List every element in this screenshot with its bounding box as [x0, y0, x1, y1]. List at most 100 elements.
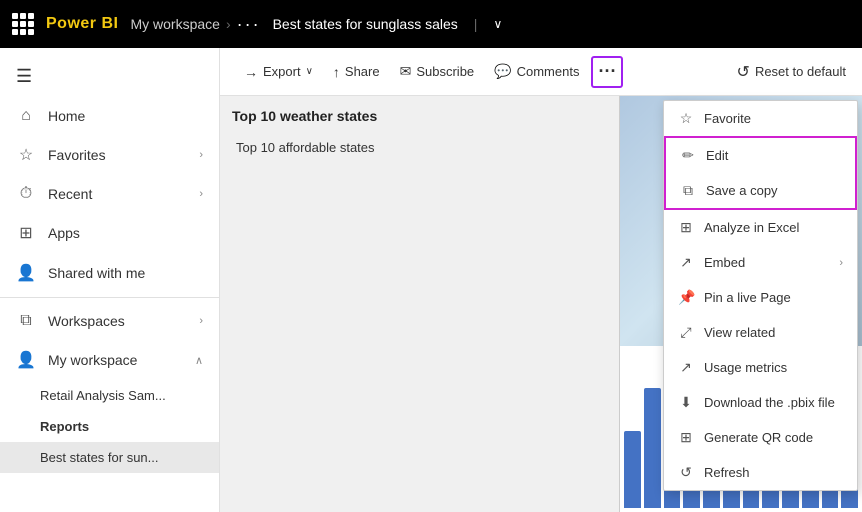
sidebar: ☰ ⌂ Home ☆ Favorites › ⏱ Recent › ⊞ Apps… [0, 48, 220, 512]
workspace-label[interactable]: My workspace [130, 16, 219, 32]
brand-logo: Power BI [46, 15, 118, 33]
bar [644, 388, 661, 508]
menu-item-label: Generate QR code [704, 430, 813, 445]
sidebar-item-label: Recent [48, 186, 92, 202]
menu-item-embed[interactable]: ↗ Embed › [664, 245, 857, 280]
save-copy-icon: ⧉ [680, 182, 696, 199]
chevron-right-icon: › [199, 149, 203, 161]
reset-button[interactable]: ↺ Reset to default [737, 62, 846, 82]
best-states-item-label: Best states for sun... [40, 450, 159, 465]
subscribe-button[interactable]: ✉ Subscribe [392, 57, 483, 86]
menu-item-save-copy[interactable]: ⧉ Save a copy [666, 173, 855, 208]
sidebar-hamburger-button[interactable]: ☰ [0, 56, 219, 97]
analyze-icon: ⊞ [678, 219, 694, 236]
refresh-icon: ↺ [678, 464, 694, 481]
sidebar-item-label: Favorites [48, 147, 106, 163]
sidebar-sub-reports[interactable]: Reports [0, 411, 219, 442]
title-pipe: | [474, 16, 478, 32]
my-workspace-icon: 👤 [16, 350, 36, 370]
comments-label: Comments [517, 64, 580, 79]
download-icon: ⬇ [678, 394, 694, 411]
sidebar-item-home[interactable]: ⌂ Home [0, 97, 219, 135]
report-title: Best states for sunglass sales [273, 16, 458, 32]
report-left-panel: Top 10 weather states Top 10 affordable … [220, 96, 620, 512]
menu-item-label: Pin a live Page [704, 290, 791, 305]
edit-icon: ✏ [680, 147, 696, 164]
subscribe-label: Subscribe [416, 64, 474, 79]
qr-code-icon: ⊞ [678, 429, 694, 446]
bar [624, 431, 641, 508]
page-tab-1[interactable]: Top 10 weather states [232, 108, 607, 124]
menu-item-label: View related [704, 325, 775, 340]
export-chevron-icon: ∨ [306, 66, 313, 77]
workspace-more-button[interactable]: ··· [237, 15, 261, 33]
share-icon: ↑ [333, 64, 340, 80]
favorites-icon: ☆ [16, 145, 36, 165]
recent-icon: ⏱ [16, 185, 36, 203]
sidebar-item-favorites[interactable]: ☆ Favorites › [0, 135, 219, 175]
chevron-right-icon: › [199, 315, 203, 327]
chevron-right-icon: › [199, 188, 203, 200]
title-dropdown-button[interactable]: ∨ [493, 17, 502, 31]
export-label: Export [263, 64, 301, 79]
star-icon: ☆ [678, 110, 694, 127]
menu-item-qr-code[interactable]: ⊞ Generate QR code [664, 420, 857, 455]
sidebar-item-my-workspace[interactable]: 👤 My workspace ∧ [0, 340, 219, 380]
menu-item-label: Save a copy [706, 183, 778, 198]
home-icon: ⌂ [16, 107, 36, 125]
menu-item-label: Refresh [704, 465, 750, 480]
share-label: Share [345, 64, 380, 79]
embed-icon: ↗ [678, 254, 694, 271]
subscribe-icon: ✉ [400, 63, 412, 80]
retail-item-label: Retail Analysis Sam... [40, 388, 166, 403]
more-options-button[interactable]: ··· [591, 56, 623, 88]
reports-item-label: Reports [40, 419, 89, 434]
export-button[interactable]: → Export ∨ [236, 58, 321, 86]
usage-metrics-icon: ↗ [678, 359, 694, 376]
page-tab-2[interactable]: Top 10 affordable states [232, 132, 607, 163]
sidebar-sub-retail[interactable]: Retail Analysis Sam... [0, 380, 219, 411]
main-layout: ☰ ⌂ Home ☆ Favorites › ⏱ Recent › ⊞ Apps… [0, 48, 862, 512]
embed-arrow-icon: › [839, 257, 843, 269]
menu-item-view-related[interactable]: ⤢ View related [664, 315, 857, 350]
sidebar-sub-best-states[interactable]: Best states for sun... [0, 442, 219, 473]
pin-icon: 📌 [678, 289, 694, 306]
sidebar-item-label: Shared with me [48, 265, 145, 281]
reset-label: Reset to default [755, 64, 846, 79]
sidebar-item-shared[interactable]: 👤 Shared with me [0, 253, 219, 293]
menu-item-usage-metrics[interactable]: ↗ Usage metrics [664, 350, 857, 385]
comments-button[interactable]: 💬 Comments [486, 57, 587, 86]
sidebar-item-label: Apps [48, 225, 80, 241]
context-menu: ☆ Favorite ✏ Edit ⧉ Save a copy ⊞ Analyz… [663, 100, 858, 491]
sidebar-item-label: Home [48, 108, 85, 124]
menu-item-label: Analyze in Excel [704, 220, 799, 235]
sidebar-item-label: Workspaces [48, 313, 125, 329]
menu-item-label: Embed [704, 255, 745, 270]
menu-item-pin-live[interactable]: 📌 Pin a live Page [664, 280, 857, 315]
menu-item-refresh[interactable]: ↺ Refresh [664, 455, 857, 490]
share-button[interactable]: ↑ Share [325, 58, 388, 86]
menu-item-label: Edit [706, 148, 728, 163]
menu-item-analyze[interactable]: ⊞ Analyze in Excel [664, 210, 857, 245]
menu-item-label: Favorite [704, 111, 751, 126]
sidebar-item-recent[interactable]: ⏱ Recent › [0, 175, 219, 213]
sidebar-item-apps[interactable]: ⊞ Apps [0, 213, 219, 253]
chevron-up-icon: ∧ [195, 354, 203, 367]
menu-item-edit[interactable]: ✏ Edit [666, 138, 855, 173]
toolbar: → Export ∨ ↑ Share ✉ Subscribe 💬 Comment… [220, 48, 862, 96]
sidebar-item-label: My workspace [48, 352, 137, 368]
breadcrumb-separator: › [226, 16, 231, 32]
sidebar-item-workspaces[interactable]: ⧉ Workspaces › [0, 302, 219, 340]
view-related-icon: ⤢ [678, 324, 694, 341]
waffle-icon[interactable] [12, 13, 34, 35]
shared-icon: 👤 [16, 263, 36, 283]
export-icon: → [244, 64, 258, 80]
comments-icon: 💬 [494, 63, 511, 80]
menu-item-label: Usage metrics [704, 360, 787, 375]
menu-item-favorite[interactable]: ☆ Favorite [664, 101, 857, 136]
menu-item-download[interactable]: ⬇ Download the .pbix file [664, 385, 857, 420]
breadcrumb: My workspace › ··· [130, 15, 260, 33]
apps-icon: ⊞ [16, 223, 36, 243]
workspaces-icon: ⧉ [16, 312, 36, 330]
top-bar: Power BI My workspace › ··· Best states … [0, 0, 862, 48]
